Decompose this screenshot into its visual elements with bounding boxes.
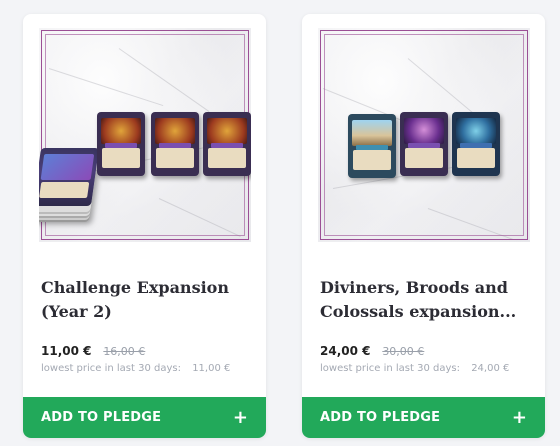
- price-row: 24,00 € 30,00 €: [320, 344, 424, 358]
- add-to-pledge-button[interactable]: ADD TO PLEDGE +: [302, 397, 545, 438]
- lowest-price-value: 24,00 €: [471, 363, 510, 374]
- lowest-price-label: lowest price in last 30 days:: [320, 363, 460, 374]
- original-price: 16,00 €: [103, 345, 146, 358]
- deck: [151, 112, 199, 176]
- deck: [97, 112, 145, 176]
- lowest-price-note: lowest price in last 30 days: 11,00 €: [41, 363, 230, 374]
- add-to-pledge-button[interactable]: ADD TO PLEDGE +: [23, 397, 266, 438]
- lowest-price-label: lowest price in last 30 days:: [41, 363, 181, 374]
- deck: [452, 112, 500, 176]
- product-image[interactable]: [318, 28, 530, 242]
- product-image[interactable]: [39, 28, 251, 242]
- current-price: 24,00 €: [320, 344, 371, 358]
- product-card[interactable]: Challenge Expansion (Year 2) 11,00 € 16,…: [23, 14, 266, 438]
- current-price: 11,00 €: [41, 344, 92, 358]
- product-card[interactable]: Diviners, Broods and Colossals expansion…: [302, 14, 545, 438]
- price-row: 11,00 € 16,00 €: [41, 344, 145, 358]
- lowest-price-note: lowest price in last 30 days: 24,00 €: [320, 363, 509, 374]
- product-title[interactable]: Challenge Expansion (Year 2): [41, 276, 256, 324]
- plus-icon: +: [511, 406, 527, 428]
- deck: [400, 112, 448, 176]
- lowest-price-value: 11,00 €: [192, 363, 231, 374]
- add-to-pledge-label: ADD TO PLEDGE: [320, 410, 441, 425]
- original-price: 30,00 €: [382, 345, 425, 358]
- add-to-pledge-label: ADD TO PLEDGE: [41, 410, 162, 425]
- deck: [203, 112, 251, 176]
- card-stack: [39, 148, 100, 206]
- product-grid: Challenge Expansion (Year 2) 11,00 € 16,…: [0, 0, 560, 446]
- plus-icon: +: [232, 406, 248, 428]
- deck: [348, 114, 396, 178]
- product-title[interactable]: Diviners, Broods and Colossals expansion…: [320, 276, 535, 324]
